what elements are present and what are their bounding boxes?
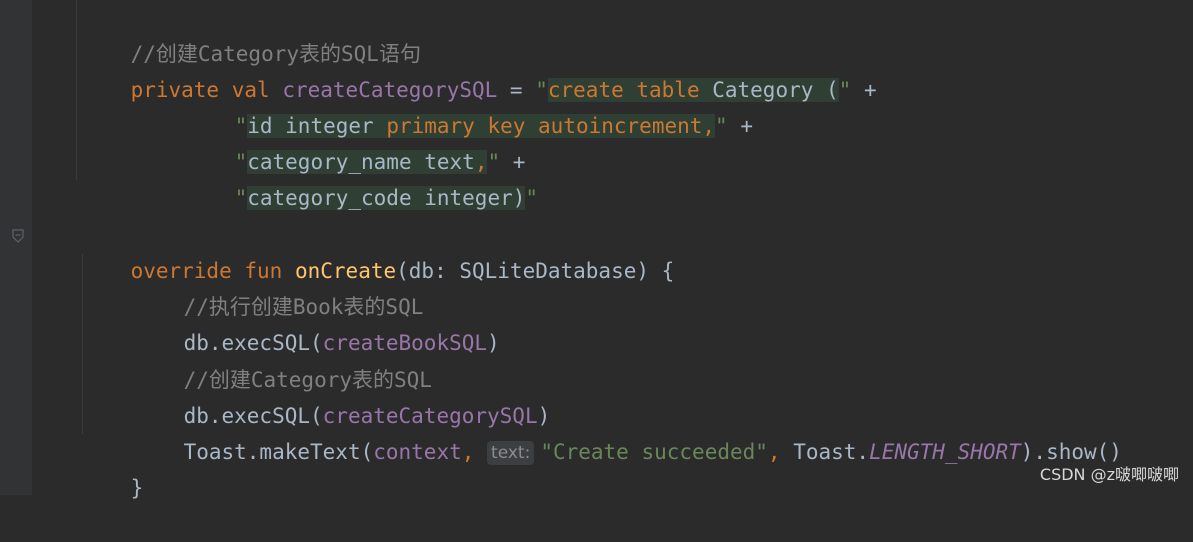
code-line-function-signature: override fun onCreate(db: SQLiteDatabase… xyxy=(80,217,675,283)
argument-context: context xyxy=(373,440,462,464)
code-line-comment: //执行创建Book表的SQL xyxy=(133,253,424,319)
closing-brace: } xyxy=(130,476,144,500)
code-line-comment: //创建Category表的SQL xyxy=(133,326,432,392)
code-line-string-concat: "id integer primary key autoincrement," … xyxy=(184,72,753,138)
constant-ref: LENGTH_SHORT xyxy=(869,440,1021,464)
code-line-exec-sql: db.execSQL(createBookSQL) xyxy=(133,289,500,355)
string-quote: " xyxy=(525,186,539,210)
watermark-text: CSDN @z啵唧啵唧 xyxy=(1039,465,1179,484)
code-line-exec-sql: db.execSQL(createCategorySQL) xyxy=(133,362,551,428)
function-params: (db: SQLiteDatabase) { xyxy=(396,259,675,283)
comma: , xyxy=(461,440,488,464)
comma: , xyxy=(767,440,794,464)
class-ref: Toast. xyxy=(793,440,870,464)
string-literal: "Create succeeded" xyxy=(540,440,768,464)
code-line-string-end: "category_code integer)" xyxy=(184,144,538,210)
code-editor[interactable]: //创建Category表的SQL语句 private val createCa… xyxy=(0,0,1193,500)
code-line-property-declaration: private val createCategorySQL = "create … xyxy=(80,36,877,102)
string-quote: " xyxy=(715,114,728,138)
parameter-hint: text: xyxy=(487,441,535,465)
code-line-toast: Toast.makeText(context, text: "Create suc… xyxy=(133,398,1122,465)
sql-text: category_code integer) xyxy=(247,186,526,210)
code-line-comment: //创建Category表的SQL语句 xyxy=(80,0,421,66)
method-call: Toast.makeText( xyxy=(183,440,374,464)
code-line-string-concat: "category_name text," + xyxy=(184,108,525,174)
string-quote: " xyxy=(234,186,248,210)
operator-plus: + xyxy=(851,78,877,102)
string-quote: " xyxy=(838,78,852,102)
code-line-closing-brace: } xyxy=(80,434,144,500)
operator-plus: + xyxy=(727,114,753,138)
paren-close: ) xyxy=(487,331,500,355)
